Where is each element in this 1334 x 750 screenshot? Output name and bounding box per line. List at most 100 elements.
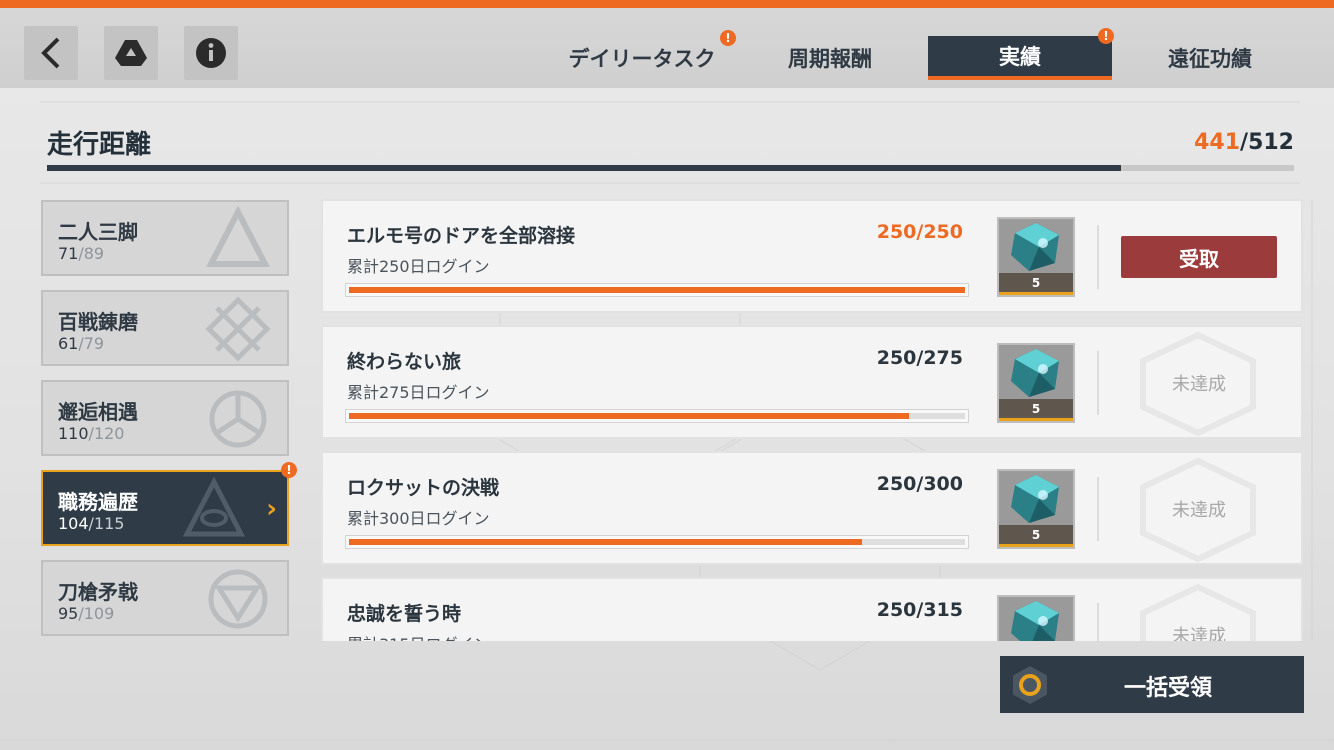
achievement-progress: 250/315 [876, 599, 963, 621]
back-icon [41, 37, 60, 69]
tab-label: 実績 [999, 45, 1041, 69]
category-item[interactable]: 百戦錬磨 61/79 [41, 290, 289, 366]
info-button[interactable] [184, 26, 238, 80]
reward-item[interactable]: 5 [997, 469, 1075, 549]
achievement-title: 終わらない旅 [347, 351, 462, 373]
achievement-description: 累計250日ログイン [347, 257, 490, 276]
section-title: 走行距離 [47, 130, 152, 160]
section-progress-fill [47, 165, 1121, 171]
section-total-progress: 441/512 [1194, 130, 1294, 155]
category-current: 110 [58, 424, 89, 443]
category-count: 71/89 [58, 244, 104, 263]
category-current: 95 [58, 604, 79, 623]
achievement-progress: 250/275 [876, 347, 963, 369]
tab-daily-tasks[interactable]: デイリータスク [556, 36, 728, 80]
category-current: 71 [58, 244, 79, 263]
status-label: 未達成 [1172, 626, 1226, 641]
achievement-progress-bar [345, 409, 969, 423]
drive-button[interactable] [104, 26, 158, 80]
hexagon-icon [1013, 666, 1047, 704]
top-accent-strip [0, 0, 1334, 8]
category-name: 職務遍歴 [58, 490, 138, 514]
category-item[interactable]: 邂逅相遇 110/120 [41, 380, 289, 456]
reward-item[interactable] [997, 595, 1075, 641]
tri-blade-emblem-icon [209, 390, 267, 448]
claim-button[interactable]: 受取 [1121, 236, 1277, 278]
category-max: /115 [88, 514, 125, 533]
status-label: 未達成 [1172, 500, 1226, 521]
divider [1097, 477, 1099, 541]
tab-periodic-rewards[interactable]: 周期報酬 [760, 36, 900, 80]
circle-triangle-emblem-icon [208, 569, 268, 629]
triangle-emblem-icon [206, 206, 270, 267]
eye-triangle-emblem-icon [182, 476, 246, 537]
achievement-description: 累計315日ログイン [347, 631, 490, 641]
status-label: 未達成 [1172, 374, 1226, 395]
achievement-title: 忠誠を誓う時 [347, 603, 462, 625]
bulk-claim-button[interactable]: 一括受領 [1000, 656, 1304, 713]
category-item-active[interactable]: 職務遍歴 104/115 › [41, 470, 289, 546]
progress-fill [349, 413, 909, 419]
category-name: 百戦錬磨 [58, 310, 138, 334]
divider [1097, 351, 1099, 415]
category-max: /89 [78, 244, 105, 263]
reward-item[interactable]: 5 [997, 217, 1075, 297]
achievement-card: 忠誠を誓う時 250/315 累計315日ログイン 未達成 [321, 577, 1303, 641]
progress-track [349, 287, 965, 293]
achievement-progress: 250/250 [876, 221, 963, 243]
reward-quantity: 5 [999, 273, 1073, 295]
category-count: 61/79 [58, 334, 104, 353]
crystal-icon [1011, 601, 1059, 641]
exclamation-icon: ! [1098, 28, 1114, 44]
reward-quantity: 5 [999, 525, 1073, 547]
achievement-card: エルモ号のドアを全部溶接 250/250 累計250日ログイン 5 受取 [321, 199, 1303, 313]
achievement-description: 累計275日ログイン [347, 383, 490, 402]
achievement-progress-bar [345, 283, 969, 297]
section-progress-bar [47, 165, 1294, 171]
divider [1097, 603, 1099, 641]
info-icon [196, 38, 226, 68]
cross-emblem-icon [205, 296, 271, 362]
achievement-progress: 250/300 [876, 473, 963, 495]
reward-item[interactable]: 5 [997, 343, 1075, 423]
header-bar: デイリータスク ! 周期報酬 実績 ! 遠征功績 [0, 8, 1334, 88]
tab-label: 遠征功績 [1168, 47, 1252, 71]
achievement-card: ロクサットの決戦 250/300 累計300日ログイン 5 未達成 [321, 451, 1303, 565]
category-count: 110/120 [58, 424, 124, 443]
crystal-icon [1011, 349, 1059, 397]
category-current: 61 [58, 334, 79, 353]
category-item[interactable]: 刀槍矛戟 95/109 [41, 560, 289, 636]
crystal-icon [1011, 223, 1059, 271]
tab-achievements[interactable]: 実績 [928, 36, 1112, 80]
divider [1097, 225, 1099, 289]
achievement-list[interactable]: エルモ号のドアを全部溶接 250/250 累計250日ログイン 5 受取 終わら… [321, 199, 1303, 641]
tab-label: デイリータスク [568, 47, 716, 71]
category-max: /79 [78, 334, 105, 353]
category-name: 邂逅相遇 [58, 400, 138, 424]
drive-icon [115, 40, 147, 66]
category-name: 刀槍矛戟 [58, 580, 138, 604]
section-current: 441 [1194, 130, 1241, 155]
back-button[interactable] [24, 26, 78, 80]
bulk-claim-label: 一括受領 [1124, 676, 1213, 701]
progress-track [349, 539, 965, 545]
progress-fill [349, 287, 965, 293]
category-name: 二人三脚 [58, 220, 138, 244]
exclamation-icon: ! [281, 462, 297, 478]
achievement-description: 累計300日ログイン [347, 509, 490, 528]
achievement-card: 終わらない旅 250/275 累計275日ログイン 5 未達成 [321, 325, 1303, 439]
reward-quantity: 5 [999, 399, 1073, 421]
achievement-progress-bar [345, 535, 969, 549]
achievement-title: ロクサットの決戦 [347, 477, 500, 499]
crystal-icon [1011, 475, 1059, 523]
tab-expedition-merits[interactable]: 遠征功績 [1138, 36, 1282, 80]
category-max: /120 [88, 424, 125, 443]
tab-label: 周期報酬 [788, 47, 872, 71]
category-current: 104 [58, 514, 89, 533]
chevron-right-icon: › [266, 494, 277, 524]
category-count: 95/109 [58, 604, 114, 623]
achievement-title: エルモ号のドアを全部溶接 [347, 225, 576, 247]
category-item[interactable]: 二人三脚 71/89 [41, 200, 289, 276]
category-count: 104/115 [58, 514, 124, 533]
progress-track [349, 413, 965, 419]
